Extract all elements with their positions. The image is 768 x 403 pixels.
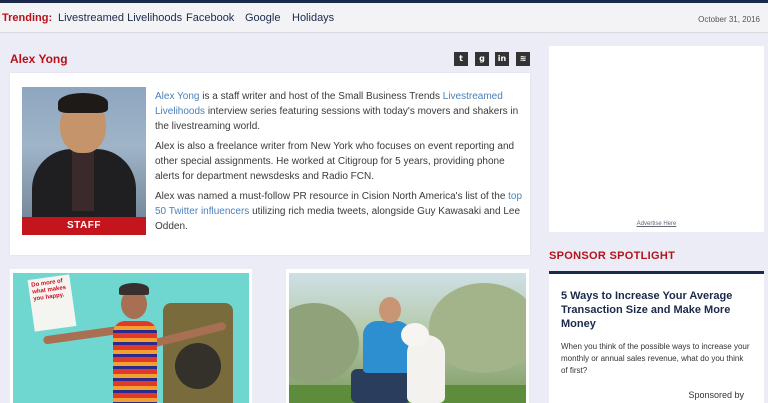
article-thumbnail[interactable]: Do more of what makes you happy.	[13, 273, 249, 403]
twitter-icon[interactable]: t	[454, 52, 468, 66]
trending-link-google[interactable]: Google	[245, 12, 280, 24]
author-name-heading: Alex Yong	[10, 52, 68, 66]
advertisement-box[interactable]: Advertise Here	[549, 46, 764, 232]
happy-sign: Do more of what makes you happy.	[27, 274, 77, 332]
google-plus-icon[interactable]: g	[475, 52, 489, 66]
staff-badge: STAFF	[22, 217, 146, 235]
trending-link-livestreamed-livelihoods[interactable]: Livestreamed Livelihoods	[58, 12, 182, 24]
current-date: October 31, 2016	[698, 15, 760, 24]
author-bio-card: STAFF Alex Yong is a staff writer and ho…	[10, 73, 530, 255]
bio-paragraph-1: Alex Yong is a staff writer and host of …	[155, 91, 519, 132]
bio-paragraph-3: Alex was named a must-follow PR resource…	[155, 191, 523, 232]
sponsor-spotlight-heading: SPONSOR SPOTLIGHT	[549, 250, 676, 262]
advertise-here-link[interactable]: Advertise Here	[549, 221, 764, 227]
article-card[interactable]: Do more of what makes you happy.	[10, 269, 252, 403]
trending-bar: Trending: Livestreamed Livelihoods Faceb…	[0, 3, 768, 33]
sponsor-excerpt: When you think of the possible ways to i…	[561, 342, 750, 375]
linkedin-icon[interactable]: in	[495, 52, 509, 66]
sponsor-headline-link[interactable]: 5 Ways to Increase Your Average Transact…	[561, 289, 759, 331]
article-thumbnail[interactable]	[289, 273, 526, 403]
trending-link-holidays[interactable]: Holidays	[292, 12, 334, 24]
rss-icon[interactable]: ≋	[516, 52, 530, 66]
author-photo	[22, 87, 146, 235]
article-card[interactable]	[286, 269, 529, 403]
trending-label: Trending:	[2, 12, 53, 24]
author-bio: Alex Yong is a staff writer and host of …	[155, 89, 525, 239]
trending-link-facebook[interactable]: Facebook	[186, 12, 234, 24]
sponsored-by-label: Sponsored by	[688, 390, 744, 400]
bio-paragraph-2: Alex is also a freelance writer from New…	[155, 141, 515, 182]
author-name-link[interactable]: Alex Yong	[155, 91, 200, 102]
sponsor-card: 5 Ways to Increase Your Average Transact…	[549, 274, 764, 403]
